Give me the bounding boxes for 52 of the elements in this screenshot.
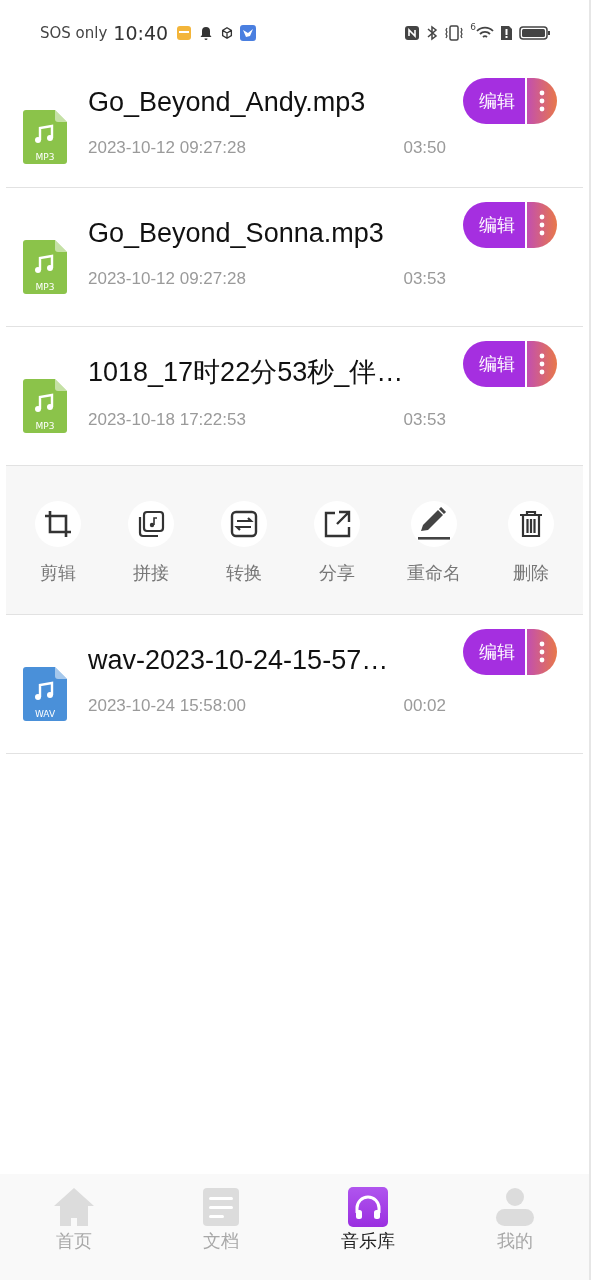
file-name[interactable]: Go_Beyond_Andy.mp3	[88, 87, 455, 118]
audio-file-icon	[23, 667, 67, 721]
headphones-icon	[348, 1187, 389, 1227]
more-button[interactable]	[525, 629, 557, 675]
edit-button[interactable]: 编辑	[463, 629, 525, 675]
battery-icon	[519, 25, 551, 41]
file-type-text: MP3	[34, 152, 56, 162]
cube-icon	[220, 26, 235, 40]
file-name[interactable]: 1018_17时22分53秒_伴…	[88, 354, 455, 390]
more-icon	[539, 352, 545, 376]
wifi-generation-text: 6	[470, 22, 476, 32]
vibrate-icon	[444, 25, 465, 41]
crop-icon	[43, 509, 74, 539]
file-date: 2023-10-12 09:27:28	[88, 138, 246, 158]
edit-button[interactable]: 编辑	[463, 341, 525, 387]
file-duration: 03:53	[403, 268, 446, 289]
file-date: 2023-10-24 15:58:00	[88, 695, 246, 716]
sim-alert-icon	[500, 25, 513, 41]
edit-button[interactable]: 编辑	[463, 202, 525, 248]
file-name[interactable]: wav-2023-10-24-15-57…	[88, 644, 455, 676]
file-date: 2023-10-12 09:27:28	[88, 268, 246, 289]
nfc-icon	[404, 25, 421, 41]
more-icon	[539, 89, 545, 113]
audio-file-icon	[23, 379, 67, 433]
file-type-text: WAV	[33, 710, 57, 719]
file-duration: 00:02	[403, 695, 446, 716]
file-duration: 03:53	[403, 410, 446, 430]
document-icon	[201, 1187, 240, 1227]
more-button[interactable]	[525, 341, 557, 387]
more-icon	[539, 640, 545, 664]
more-button[interactable]	[525, 202, 557, 248]
wifi-icon	[476, 25, 494, 41]
nav-tab[interactable]: 音乐库	[318, 1187, 419, 1253]
audio-file-icon	[23, 109, 67, 164]
audio-file-icon	[23, 240, 67, 294]
file-date: 2023-10-18 17:22:53	[88, 410, 246, 430]
swap-icon	[229, 509, 260, 539]
action-button[interactable]: 重命名	[406, 501, 461, 585]
file-type-text: MP3	[34, 422, 56, 431]
edit-button[interactable]: 编辑	[463, 78, 525, 124]
carrier-text: SOS only	[40, 24, 108, 42]
more-icon	[539, 213, 545, 237]
pencil-icon	[416, 507, 451, 541]
bluetooth-icon	[426, 25, 439, 41]
more-button[interactable]	[525, 78, 557, 124]
file-name[interactable]: Go_Beyond_Sonna.mp3	[88, 217, 455, 249]
home-icon	[52, 1187, 95, 1227]
file-duration: 03:50	[403, 138, 446, 158]
file-type-text: MP3	[34, 283, 56, 292]
clock-time: 10:40	[113, 22, 169, 44]
music-stack-icon	[136, 509, 167, 539]
person-icon	[495, 1187, 536, 1227]
